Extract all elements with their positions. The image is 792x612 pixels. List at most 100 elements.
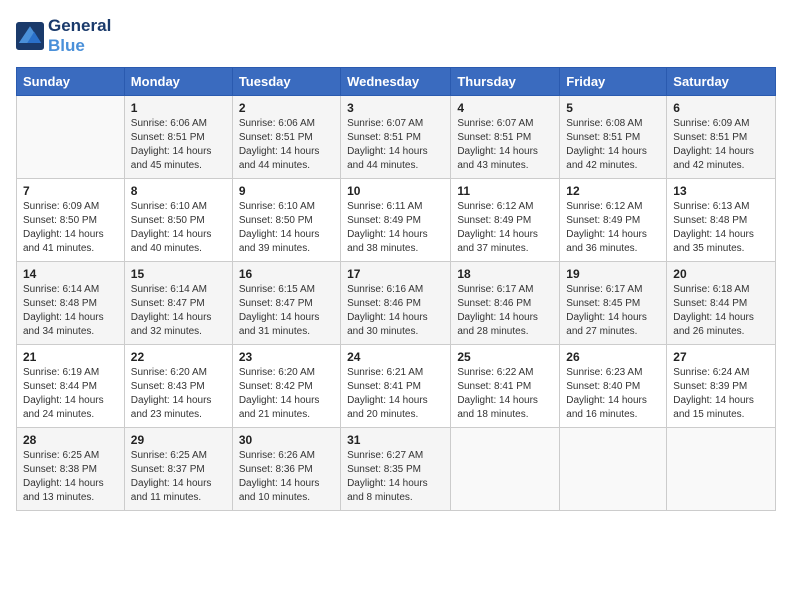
sunrise-label: Sunrise: 6:24 AM [673,367,749,378]
day-info: Sunrise: 6:19 AM Sunset: 8:44 PM Dayligh… [23,366,118,422]
day-info: Sunrise: 6:18 AM Sunset: 8:44 PM Dayligh… [673,283,769,339]
day-number: 23 [239,350,334,364]
calendar-cell: 5 Sunrise: 6:08 AM Sunset: 8:51 PM Dayli… [560,96,667,179]
calendar-cell: 4 Sunrise: 6:07 AM Sunset: 8:51 PM Dayli… [451,96,560,179]
sunrise-label: Sunrise: 6:12 AM [566,201,642,212]
daylight-label: Daylight: 14 hours and 32 minutes. [131,312,212,337]
calendar-cell: 18 Sunrise: 6:17 AM Sunset: 8:46 PM Dayl… [451,262,560,345]
header-wednesday: Wednesday [341,68,451,96]
day-number: 13 [673,184,769,198]
sunset-label: Sunset: 8:40 PM [566,381,640,392]
day-number: 25 [457,350,553,364]
daylight-label: Daylight: 14 hours and 20 minutes. [347,395,428,420]
sunset-label: Sunset: 8:48 PM [23,298,97,309]
sunrise-label: Sunrise: 6:07 AM [347,118,423,129]
day-number: 4 [457,101,553,115]
daylight-label: Daylight: 14 hours and 28 minutes. [457,312,538,337]
calendar-cell: 13 Sunrise: 6:13 AM Sunset: 8:48 PM Dayl… [667,179,776,262]
calendar-cell: 21 Sunrise: 6:19 AM Sunset: 8:44 PM Dayl… [17,345,125,428]
sunset-label: Sunset: 8:51 PM [673,132,747,143]
calendar-cell: 10 Sunrise: 6:11 AM Sunset: 8:49 PM Dayl… [341,179,451,262]
daylight-label: Daylight: 14 hours and 26 minutes. [673,312,754,337]
day-info: Sunrise: 6:10 AM Sunset: 8:50 PM Dayligh… [131,200,226,256]
day-info: Sunrise: 6:21 AM Sunset: 8:41 PM Dayligh… [347,366,444,422]
daylight-label: Daylight: 14 hours and 13 minutes. [23,478,104,503]
calendar-table: SundayMondayTuesdayWednesdayThursdayFrid… [16,67,776,511]
daylight-label: Daylight: 14 hours and 43 minutes. [457,146,538,171]
sunset-label: Sunset: 8:42 PM [239,381,313,392]
day-number: 15 [131,267,226,281]
sunset-label: Sunset: 8:41 PM [457,381,531,392]
sunrise-label: Sunrise: 6:14 AM [131,284,207,295]
day-info: Sunrise: 6:20 AM Sunset: 8:42 PM Dayligh… [239,366,334,422]
day-info: Sunrise: 6:06 AM Sunset: 8:51 PM Dayligh… [131,117,226,173]
day-info: Sunrise: 6:22 AM Sunset: 8:41 PM Dayligh… [457,366,553,422]
sunrise-label: Sunrise: 6:10 AM [131,201,207,212]
header-sunday: Sunday [17,68,125,96]
day-info: Sunrise: 6:16 AM Sunset: 8:46 PM Dayligh… [347,283,444,339]
sunrise-label: Sunrise: 6:14 AM [23,284,99,295]
day-number: 6 [673,101,769,115]
day-number: 24 [347,350,444,364]
sunset-label: Sunset: 8:46 PM [347,298,421,309]
header-friday: Friday [560,68,667,96]
sunset-label: Sunset: 8:41 PM [347,381,421,392]
day-number: 10 [347,184,444,198]
daylight-label: Daylight: 14 hours and 23 minutes. [131,395,212,420]
day-info: Sunrise: 6:08 AM Sunset: 8:51 PM Dayligh… [566,117,660,173]
daylight-label: Daylight: 14 hours and 10 minutes. [239,478,320,503]
day-info: Sunrise: 6:09 AM Sunset: 8:50 PM Dayligh… [23,200,118,256]
sunset-label: Sunset: 8:51 PM [347,132,421,143]
daylight-label: Daylight: 14 hours and 35 minutes. [673,229,754,254]
day-number: 18 [457,267,553,281]
daylight-label: Daylight: 14 hours and 38 minutes. [347,229,428,254]
day-number: 17 [347,267,444,281]
day-number: 11 [457,184,553,198]
day-info: Sunrise: 6:15 AM Sunset: 8:47 PM Dayligh… [239,283,334,339]
daylight-label: Daylight: 14 hours and 31 minutes. [239,312,320,337]
sunrise-label: Sunrise: 6:10 AM [239,201,315,212]
calendar-cell [451,428,560,511]
logo: General Blue [16,16,111,55]
day-info: Sunrise: 6:23 AM Sunset: 8:40 PM Dayligh… [566,366,660,422]
day-info: Sunrise: 6:17 AM Sunset: 8:45 PM Dayligh… [566,283,660,339]
sunset-label: Sunset: 8:49 PM [347,215,421,226]
calendar-cell: 12 Sunrise: 6:12 AM Sunset: 8:49 PM Dayl… [560,179,667,262]
sunset-label: Sunset: 8:38 PM [23,464,97,475]
calendar-cell: 3 Sunrise: 6:07 AM Sunset: 8:51 PM Dayli… [341,96,451,179]
daylight-label: Daylight: 14 hours and 24 minutes. [23,395,104,420]
calendar-cell: 26 Sunrise: 6:23 AM Sunset: 8:40 PM Dayl… [560,345,667,428]
day-info: Sunrise: 6:07 AM Sunset: 8:51 PM Dayligh… [457,117,553,173]
day-number: 22 [131,350,226,364]
calendar-cell: 27 Sunrise: 6:24 AM Sunset: 8:39 PM Dayl… [667,345,776,428]
calendar-cell: 25 Sunrise: 6:22 AM Sunset: 8:41 PM Dayl… [451,345,560,428]
logo-text: General Blue [48,16,111,55]
calendar-cell: 31 Sunrise: 6:27 AM Sunset: 8:35 PM Dayl… [341,428,451,511]
sunrise-label: Sunrise: 6:19 AM [23,367,99,378]
sunrise-label: Sunrise: 6:17 AM [566,284,642,295]
day-number: 27 [673,350,769,364]
daylight-label: Daylight: 14 hours and 36 minutes. [566,229,647,254]
calendar-cell: 11 Sunrise: 6:12 AM Sunset: 8:49 PM Dayl… [451,179,560,262]
calendar-cell [667,428,776,511]
day-info: Sunrise: 6:11 AM Sunset: 8:49 PM Dayligh… [347,200,444,256]
sunset-label: Sunset: 8:51 PM [239,132,313,143]
calendar-cell: 20 Sunrise: 6:18 AM Sunset: 8:44 PM Dayl… [667,262,776,345]
calendar-cell: 9 Sunrise: 6:10 AM Sunset: 8:50 PM Dayli… [232,179,340,262]
sunset-label: Sunset: 8:35 PM [347,464,421,475]
sunrise-label: Sunrise: 6:09 AM [23,201,99,212]
calendar-cell: 30 Sunrise: 6:26 AM Sunset: 8:36 PM Dayl… [232,428,340,511]
sunset-label: Sunset: 8:50 PM [131,215,205,226]
sunrise-label: Sunrise: 6:20 AM [239,367,315,378]
sunset-label: Sunset: 8:48 PM [673,215,747,226]
calendar-cell [560,428,667,511]
day-number: 29 [131,433,226,447]
calendar-cell: 22 Sunrise: 6:20 AM Sunset: 8:43 PM Dayl… [124,345,232,428]
calendar-week-row: 21 Sunrise: 6:19 AM Sunset: 8:44 PM Dayl… [17,345,776,428]
daylight-label: Daylight: 14 hours and 21 minutes. [239,395,320,420]
calendar-cell: 28 Sunrise: 6:25 AM Sunset: 8:38 PM Dayl… [17,428,125,511]
calendar-week-row: 1 Sunrise: 6:06 AM Sunset: 8:51 PM Dayli… [17,96,776,179]
day-number: 19 [566,267,660,281]
day-number: 20 [673,267,769,281]
daylight-label: Daylight: 14 hours and 42 minutes. [673,146,754,171]
